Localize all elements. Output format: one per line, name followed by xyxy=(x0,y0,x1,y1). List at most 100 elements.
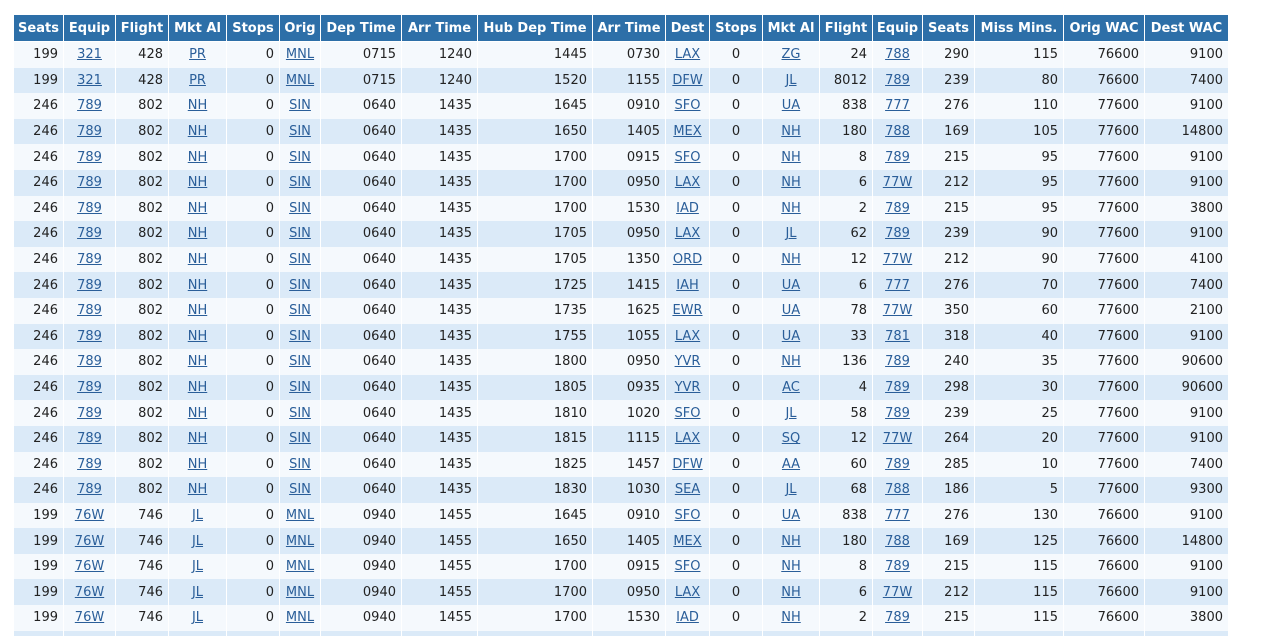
mkt-al-link[interactable]: NH xyxy=(188,329,208,344)
orig-link[interactable]: SIN xyxy=(289,380,311,395)
equip-2-link[interactable]: 77W xyxy=(883,252,912,267)
equip-2-link[interactable]: 788 xyxy=(885,47,910,62)
orig-header[interactable]: Orig xyxy=(280,15,320,42)
equip-2-link[interactable]: 788 xyxy=(885,124,910,139)
mkt-al-link[interactable]: NH xyxy=(188,226,208,241)
mkt-al-2-link[interactable]: NH xyxy=(781,610,801,625)
equip-link[interactable]: 789 xyxy=(77,278,102,293)
orig-link[interactable]: SIN xyxy=(289,124,311,139)
equip-2-link[interactable]: 777 xyxy=(885,278,910,293)
mkt-al-2-link[interactable]: NH xyxy=(781,354,801,369)
flight-header[interactable]: Flight xyxy=(116,15,168,42)
equip-2-link[interactable]: 789 xyxy=(885,406,910,421)
dest-link[interactable]: IAD xyxy=(676,201,699,216)
mkt-al-link[interactable]: NH xyxy=(188,124,208,139)
mkt-al-link[interactable]: NH xyxy=(188,201,208,216)
mkt-al-link[interactable]: JL xyxy=(192,508,203,523)
equip-link[interactable]: 76W xyxy=(75,610,104,625)
orig-wac-header[interactable]: Orig WAC xyxy=(1064,15,1144,42)
dest-link[interactable]: LAX xyxy=(675,431,700,446)
orig-link[interactable]: SIN xyxy=(289,431,311,446)
mkt-al-2-link[interactable]: JL xyxy=(785,73,796,88)
mkt-al-link[interactable]: NH xyxy=(188,252,208,267)
equip-2-link[interactable]: 789 xyxy=(885,201,910,216)
orig-link[interactable]: SIN xyxy=(289,150,311,165)
equip-2-link[interactable]: 789 xyxy=(885,150,910,165)
equip-2-link[interactable]: 777 xyxy=(885,98,910,113)
dest-wac-header[interactable]: Dest WAC xyxy=(1145,15,1228,42)
equip-link[interactable]: 789 xyxy=(77,482,102,497)
equip-2-link[interactable]: 789 xyxy=(885,610,910,625)
orig-link[interactable]: MNL xyxy=(286,534,314,549)
mkt-al-2-link[interactable]: NH xyxy=(781,175,801,190)
dest-link[interactable]: SEA xyxy=(675,482,700,497)
equip-link[interactable]: 76W xyxy=(75,508,104,523)
orig-link[interactable]: SIN xyxy=(289,406,311,421)
equip-2-link[interactable]: 789 xyxy=(885,226,910,241)
equip-2-link[interactable]: 789 xyxy=(885,457,910,472)
orig-link[interactable]: SIN xyxy=(289,98,311,113)
orig-link[interactable]: MNL xyxy=(286,585,314,600)
orig-link[interactable]: SIN xyxy=(289,303,311,318)
mkt-al-link[interactable]: NH xyxy=(188,175,208,190)
orig-link[interactable]: MNL xyxy=(286,610,314,625)
equip-2-link[interactable]: 788 xyxy=(885,482,910,497)
flight-2-header[interactable]: Flight xyxy=(820,15,872,42)
equip-link[interactable]: 321 xyxy=(77,47,102,62)
seats-2-header[interactable]: Seats xyxy=(923,15,974,42)
equip-link[interactable]: 789 xyxy=(77,457,102,472)
equip-2-link[interactable]: 77W xyxy=(883,585,912,600)
equip-link[interactable]: 789 xyxy=(77,175,102,190)
equip-link[interactable]: 789 xyxy=(77,150,102,165)
mkt-al-link[interactable]: NH xyxy=(188,457,208,472)
mkt-al-link[interactable]: NH xyxy=(188,431,208,446)
dest-link[interactable]: EWR xyxy=(672,303,702,318)
arr-time-2-header[interactable]: Arr Time xyxy=(593,15,665,42)
mkt-al-2-link[interactable]: AA xyxy=(782,457,800,472)
orig-link[interactable]: SIN xyxy=(289,201,311,216)
dest-link[interactable]: LAX xyxy=(675,226,700,241)
orig-link[interactable]: SIN xyxy=(289,457,311,472)
mkt-al-2-link[interactable]: NH xyxy=(781,252,801,267)
mkt-al-2-link[interactable]: JL xyxy=(785,226,796,241)
equip-link[interactable]: 789 xyxy=(77,124,102,139)
dest-link[interactable]: YVR xyxy=(675,354,701,369)
equip-header[interactable]: Equip xyxy=(64,15,115,42)
equip-link[interactable]: 789 xyxy=(77,98,102,113)
equip-link[interactable]: 789 xyxy=(77,303,102,318)
stops-header[interactable]: Stops xyxy=(227,15,279,42)
dest-link[interactable]: LAX xyxy=(675,585,700,600)
dest-link[interactable]: MEX xyxy=(673,124,701,139)
mkt-al-2-header[interactable]: Mkt Al xyxy=(763,15,819,42)
mkt-al-2-link[interactable]: NH xyxy=(781,124,801,139)
equip-link[interactable]: 789 xyxy=(77,226,102,241)
dest-link[interactable]: LAX xyxy=(675,329,700,344)
equip-link[interactable]: 789 xyxy=(77,201,102,216)
mkt-al-2-link[interactable]: ZG xyxy=(782,47,801,62)
equip-2-link[interactable]: 788 xyxy=(885,534,910,549)
mkt-al-link[interactable]: PR xyxy=(189,47,206,62)
mkt-al-link[interactable]: PR xyxy=(189,73,206,88)
mkt-al-2-link[interactable]: SQ xyxy=(782,431,800,446)
stops-2-header[interactable]: Stops xyxy=(710,15,762,42)
miss-mins-header[interactable]: Miss Mins. xyxy=(975,15,1063,42)
mkt-al-link[interactable]: NH xyxy=(188,354,208,369)
dest-header[interactable]: Dest xyxy=(666,15,709,42)
mkt-al-link[interactable]: NH xyxy=(188,406,208,421)
dest-link[interactable]: DFW xyxy=(672,457,702,472)
dep-time-header[interactable]: Dep Time xyxy=(321,15,401,42)
equip-link[interactable]: 76W xyxy=(75,559,104,574)
orig-link[interactable]: MNL xyxy=(286,559,314,574)
hub-dep-time-header[interactable]: Hub Dep Time xyxy=(478,15,592,42)
dest-link[interactable]: SFO xyxy=(675,406,701,421)
mkt-al-2-link[interactable]: UA xyxy=(782,508,800,523)
mkt-al-2-link[interactable]: JL xyxy=(785,406,796,421)
orig-link[interactable]: SIN xyxy=(289,252,311,267)
orig-link[interactable]: MNL xyxy=(286,508,314,523)
dest-link[interactable]: LAX xyxy=(675,47,700,62)
orig-link[interactable]: SIN xyxy=(289,329,311,344)
mkt-al-2-link[interactable]: AC xyxy=(782,380,800,395)
mkt-al-header[interactable]: Mkt Al xyxy=(169,15,226,42)
mkt-al-link[interactable]: JL xyxy=(192,534,203,549)
equip-link[interactable]: 76W xyxy=(75,534,104,549)
